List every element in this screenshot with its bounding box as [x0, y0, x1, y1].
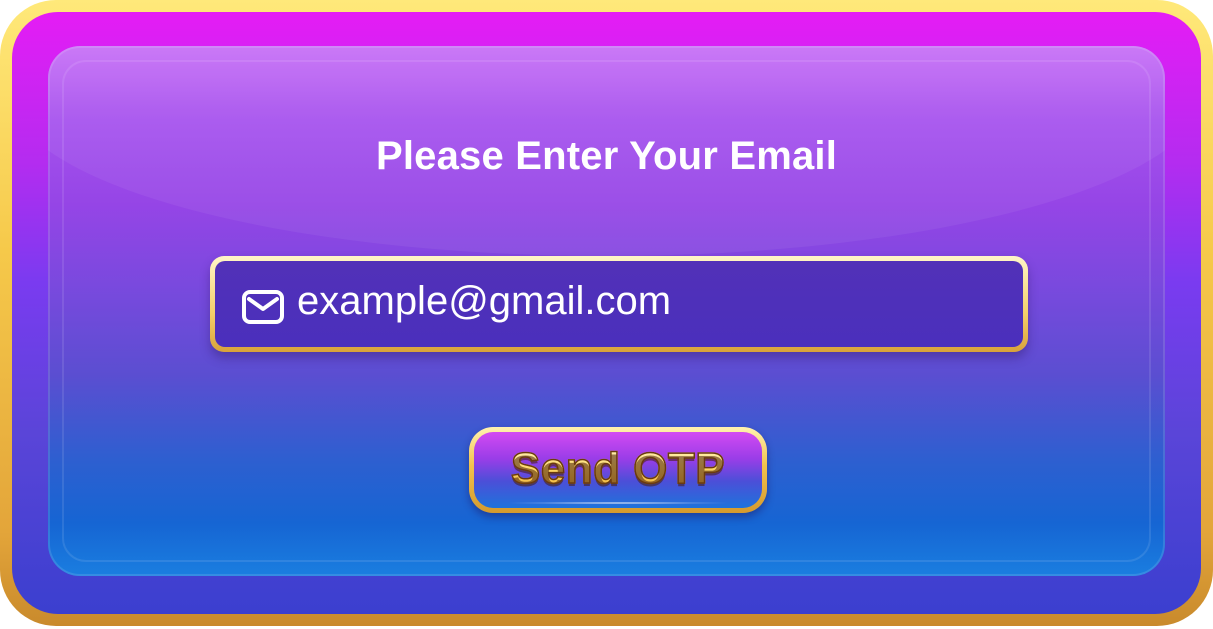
dialog-rim: Please Enter Your Email Send OTP [12, 12, 1201, 614]
send-otp-label: Send OTP [510, 443, 726, 494]
email-input[interactable] [297, 278, 1023, 324]
send-otp-button-face[interactable]: Send OTP [474, 432, 762, 508]
email-field-inner[interactable] [215, 261, 1023, 347]
dialog-frame: Please Enter Your Email Send OTP [0, 0, 1213, 626]
dialog-title: Please Enter Your Email [375, 134, 838, 178]
email-field-frame[interactable] [210, 256, 1028, 352]
mail-icon [241, 289, 285, 325]
dialog-panel: Please Enter Your Email Send OTP [48, 46, 1165, 576]
send-otp-button[interactable]: Send OTP [469, 427, 767, 513]
